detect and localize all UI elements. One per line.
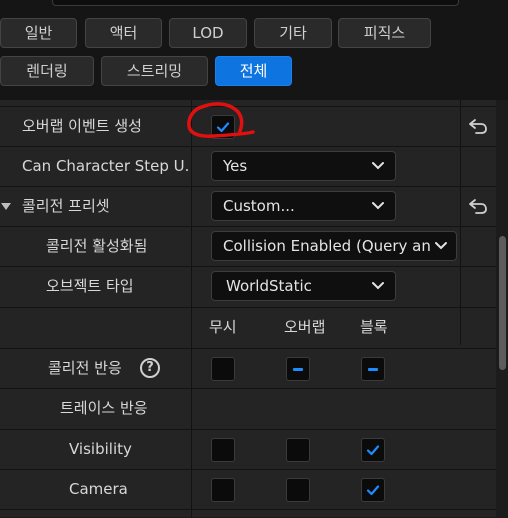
property-label: 오버랩 이벤트 생성 — [22, 117, 142, 135]
reset-to-default-icon[interactable] — [467, 116, 489, 136]
camera-overlap-checkbox[interactable] — [286, 478, 310, 502]
collision-enabled-dropdown[interactable]: Collision Enabled (Query an — [211, 231, 457, 261]
help-icon[interactable]: ? — [140, 358, 160, 378]
chevron-down-icon — [372, 202, 384, 210]
chevron-down-icon — [372, 162, 384, 170]
dropdown-value: Yes — [223, 157, 248, 175]
visibility-overlap-checkbox[interactable] — [286, 438, 310, 462]
property-row-collision-enabled: 콜리전 활성화됨 Collision Enabled (Query an — [0, 226, 496, 266]
trace-row-camera: Camera — [0, 469, 496, 509]
tab-actor[interactable]: 액터 — [85, 18, 162, 48]
collapse-arrow-icon[interactable] — [0, 202, 12, 212]
property-row-generate-overlap: 오버랩 이벤트 생성 — [0, 102, 496, 146]
property-row-collision-presets: 콜리전 프리셋 Custom... — [0, 186, 496, 226]
collision-presets-dropdown[interactable]: Custom... — [211, 191, 396, 221]
trace-channel-label: Visibility — [69, 440, 132, 458]
property-label: 콜리전 프리셋 — [22, 197, 110, 215]
tab-all[interactable]: 전체 — [215, 56, 292, 86]
property-label: Can Character Step U... — [22, 157, 190, 175]
column-header-block: 블록 — [360, 318, 388, 336]
tab-rendering[interactable]: 렌더링 — [0, 56, 94, 86]
annotation-circle — [187, 102, 255, 138]
trace-row-visibility: Visibility — [0, 429, 496, 469]
tab-misc[interactable]: 기타 — [254, 18, 332, 48]
object-type-dropdown[interactable]: WorldStatic — [211, 271, 396, 301]
camera-block-checkbox[interactable] — [361, 478, 385, 502]
trace-response-row: 트레이스 반응 — [0, 388, 496, 428]
mixed-state-icon — [368, 368, 378, 371]
scrollbar-thumb[interactable] — [499, 236, 506, 370]
step-up-dropdown[interactable]: Yes — [211, 151, 396, 181]
trace-response-label: 트레이스 반응 — [60, 399, 148, 417]
collision-response-ignore-checkbox[interactable] — [211, 357, 235, 381]
property-label: 오브젝트 타입 — [46, 277, 134, 295]
collision-response-block-checkbox[interactable] — [361, 357, 385, 381]
checkmark-icon — [366, 445, 380, 456]
collision-response-label: 콜리전 반응 — [48, 359, 122, 377]
reset-to-default-icon[interactable] — [467, 196, 489, 216]
property-label: 콜리전 활성화됨 — [46, 237, 148, 255]
dropdown-value: WorldStatic — [226, 277, 312, 295]
checkmark-icon — [366, 485, 380, 496]
trace-channel-label: Camera — [69, 480, 128, 498]
property-row-step-up: Can Character Step U... Yes — [0, 146, 496, 186]
response-column-headers: 무시 오버랩 블록 — [0, 307, 496, 347]
camera-ignore-checkbox[interactable] — [211, 478, 235, 502]
tab-streaming[interactable]: 스트리밍 — [101, 56, 208, 86]
tab-physics[interactable]: 피직스 — [338, 18, 431, 48]
search-field[interactable] — [52, 0, 459, 6]
dropdown-value: Custom... — [223, 197, 295, 215]
property-row-object-type: 오브젝트 타입 WorldStatic — [0, 266, 496, 306]
chevron-down-icon — [372, 282, 384, 290]
collision-response-row: 콜리전 반응 ? — [0, 348, 496, 388]
column-header-ignore: 무시 — [209, 318, 237, 336]
visibility-ignore-checkbox[interactable] — [211, 438, 235, 462]
column-header-overlap: 오버랩 — [284, 318, 326, 336]
chevron-down-icon — [434, 241, 448, 251]
dropdown-value: Collision Enabled (Query an — [223, 237, 431, 255]
collision-response-overlap-checkbox[interactable] — [286, 357, 310, 381]
category-bar: 일반 액터 LOD 기타 피직스 렌더링 스트리밍 전체 — [0, 0, 508, 108]
mixed-state-icon — [293, 368, 303, 371]
visibility-block-checkbox[interactable] — [361, 438, 385, 462]
tab-general[interactable]: 일반 — [0, 18, 77, 48]
tab-lod[interactable]: LOD — [169, 18, 247, 48]
